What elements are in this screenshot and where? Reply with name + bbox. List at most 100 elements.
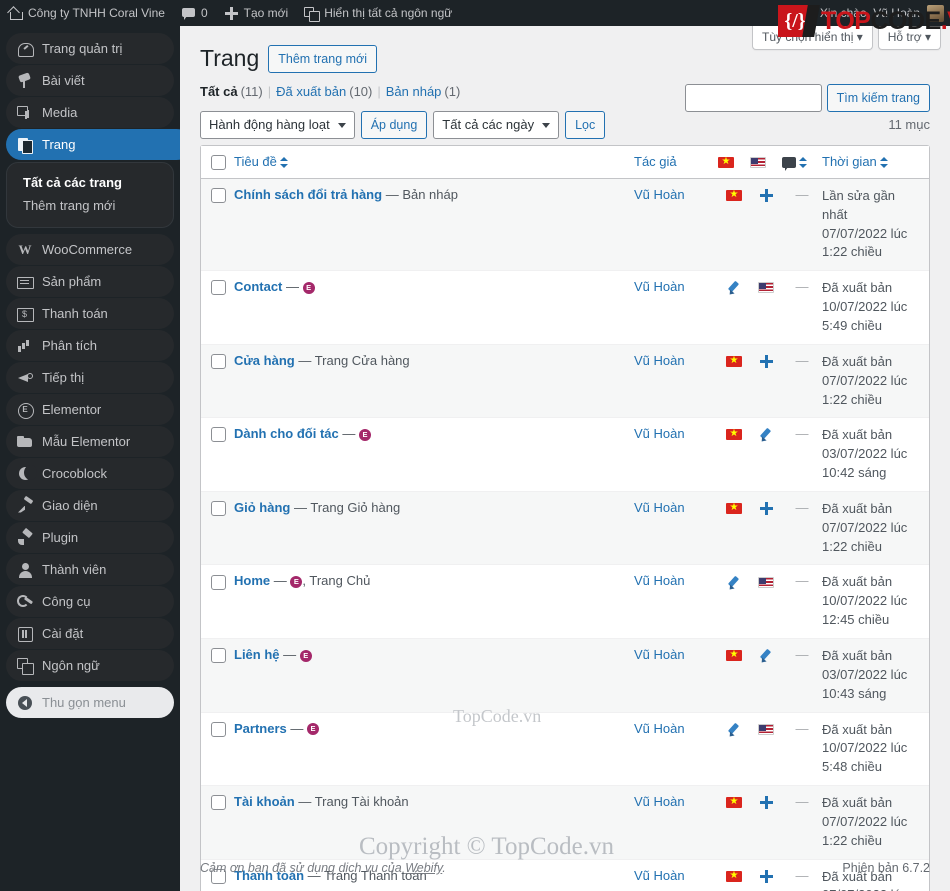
sidebar-item-plugin[interactable]: Plugin: [6, 522, 174, 553]
page-title-link[interactable]: Contact: [234, 279, 282, 294]
sidebar-item-cài-đặt[interactable]: Cài đặt: [6, 618, 174, 649]
adminbar-account[interactable]: Xin chào, Vũ Hoàn: [820, 4, 950, 22]
sidebar-item-elementor[interactable]: Elementor: [6, 394, 174, 425]
row-vietnamese-cell[interactable]: [718, 178, 750, 272]
row-checkbox[interactable]: [211, 500, 226, 516]
row-vietnamese-cell[interactable]: [718, 271, 750, 345]
bulk-action-select-top[interactable]: Hành động hàng loạt: [200, 110, 355, 139]
column-vietnamese-header[interactable]: [718, 145, 750, 179]
sidebar-item-media[interactable]: Media: [6, 97, 174, 128]
pencil-icon[interactable]: [727, 722, 742, 737]
usa-flag-icon[interactable]: [758, 576, 774, 588]
apply-button-top[interactable]: Áp dụng: [360, 110, 428, 139]
sidebar-item-trang[interactable]: Trang: [6, 129, 192, 160]
row-english-cell[interactable]: [750, 344, 782, 419]
select-all-checkbox[interactable]: [211, 154, 226, 170]
plus-icon[interactable]: [759, 795, 774, 810]
add-new-page-button[interactable]: Thêm trang mới: [268, 44, 378, 73]
adminbar-languages[interactable]: Hiển thị tất cả ngôn ngữ: [296, 0, 460, 26]
page-title-link[interactable]: Cửa hàng: [234, 353, 295, 368]
row-checkbox[interactable]: [211, 188, 226, 204]
author-link[interactable]: Vũ Hoàn: [634, 794, 685, 809]
row-checkbox[interactable]: [211, 280, 226, 296]
adminbar-new[interactable]: Tạo mới: [216, 0, 297, 26]
row-checkbox-cell[interactable]: [201, 271, 234, 345]
page-title-link[interactable]: Liên hệ: [234, 647, 280, 662]
sidebar-item-trang-quản-trị[interactable]: Trang quản trị: [6, 33, 174, 64]
screen-options-tab[interactable]: Tùy chọn hiển thị ▾: [751, 26, 873, 50]
vietnam-flag-icon[interactable]: [726, 646, 742, 664]
row-vietnamese-cell[interactable]: [718, 491, 750, 566]
row-english-cell[interactable]: [750, 271, 782, 345]
sidebar-item-giao-diện[interactable]: Giao diện: [6, 490, 174, 521]
row-checkbox-cell[interactable]: [201, 491, 234, 566]
row-checkbox-cell[interactable]: [201, 638, 234, 713]
row-english-cell[interactable]: [750, 565, 782, 639]
plus-icon[interactable]: [759, 501, 774, 516]
sidebar-item-woocommerce[interactable]: W WooCommerce: [6, 234, 174, 265]
row-checkbox-cell[interactable]: [201, 344, 234, 419]
submenu-item-all-pages[interactable]: Tất cả các trang: [7, 171, 173, 194]
column-comments-header[interactable]: [782, 145, 822, 179]
pencil-icon[interactable]: [727, 280, 742, 295]
adminbar-comments[interactable]: 0: [173, 0, 216, 26]
sidebar-item-công-cụ[interactable]: Công cụ: [6, 586, 174, 617]
row-checkbox[interactable]: [211, 427, 226, 443]
row-checkbox-cell[interactable]: [201, 786, 234, 860]
row-english-cell[interactable]: [750, 178, 782, 272]
row-vietnamese-cell[interactable]: [718, 638, 750, 713]
submenu-item-add-new-page[interactable]: Thêm trang mới: [7, 194, 173, 217]
row-checkbox-cell[interactable]: [201, 178, 234, 272]
column-date-header[interactable]: Thời gian: [822, 145, 929, 179]
usa-flag-icon[interactable]: [758, 282, 774, 294]
page-title-link[interactable]: Tài khoản: [234, 794, 295, 809]
filter-link-label[interactable]: Tất cả: [200, 84, 238, 99]
row-english-cell[interactable]: [750, 786, 782, 860]
author-link[interactable]: Vũ Hoàn: [634, 573, 685, 588]
row-english-cell[interactable]: [750, 638, 782, 713]
sidebar-item-ngôn-ngữ[interactable]: Ngôn ngữ: [6, 650, 174, 681]
row-vietnamese-cell[interactable]: [718, 344, 750, 419]
row-english-cell[interactable]: [750, 418, 782, 492]
page-title-link[interactable]: Dành cho đối tác: [234, 426, 339, 441]
sidebar-item-phân-tích[interactable]: Phân tích: [6, 330, 174, 361]
row-checkbox[interactable]: [211, 574, 226, 590]
sidebar-item-sản-phẩm[interactable]: Sản phẩm: [6, 266, 174, 297]
pencil-icon[interactable]: [759, 648, 774, 663]
row-vietnamese-cell[interactable]: [718, 786, 750, 860]
page-title-link[interactable]: Giỏ hàng: [234, 500, 290, 515]
sidebar-item-tiếp-thị[interactable]: Tiếp thị: [6, 362, 174, 393]
filter-link-label[interactable]: Bản nháp: [386, 84, 442, 99]
row-checkbox-cell[interactable]: [201, 712, 234, 787]
author-link[interactable]: Vũ Hoàn: [634, 279, 685, 294]
page-title-link[interactable]: Home: [234, 573, 270, 588]
author-link[interactable]: Vũ Hoàn: [634, 500, 685, 515]
search-button[interactable]: Tìm kiếm trang: [826, 84, 930, 112]
vietnam-flag-icon[interactable]: [726, 425, 742, 443]
pencil-icon[interactable]: [759, 427, 774, 442]
author-link[interactable]: Vũ Hoàn: [634, 426, 685, 441]
vietnam-flag-icon[interactable]: [726, 352, 742, 370]
row-english-cell[interactable]: [750, 491, 782, 566]
filter-button[interactable]: Lọc: [565, 110, 606, 139]
sidebar-item-collapse[interactable]: Thu gọn menu: [6, 687, 174, 718]
plus-icon[interactable]: [759, 188, 774, 203]
row-english-cell[interactable]: [750, 712, 782, 787]
page-title-link[interactable]: Partners: [234, 721, 287, 736]
row-checkbox[interactable]: [211, 795, 226, 811]
column-title-header[interactable]: Tiêu đề: [234, 145, 634, 179]
author-link[interactable]: Vũ Hoàn: [634, 353, 685, 368]
author-link[interactable]: Vũ Hoàn: [634, 721, 685, 736]
filter-link-label[interactable]: Đã xuất bản: [276, 84, 346, 99]
vietnam-flag-icon[interactable]: [726, 186, 742, 204]
row-checkbox[interactable]: [211, 648, 226, 664]
search-input[interactable]: [684, 84, 822, 112]
row-checkbox[interactable]: [211, 721, 226, 737]
page-title-link[interactable]: Chính sách đổi trả hàng: [234, 187, 382, 202]
author-link[interactable]: Vũ Hoàn: [634, 187, 685, 202]
select-all-header[interactable]: [201, 145, 234, 179]
sidebar-item-crocoblock[interactable]: Crocoblock: [6, 458, 174, 489]
vietnam-flag-icon[interactable]: [726, 499, 742, 517]
row-vietnamese-cell[interactable]: [718, 565, 750, 639]
column-english-header[interactable]: [750, 145, 782, 179]
